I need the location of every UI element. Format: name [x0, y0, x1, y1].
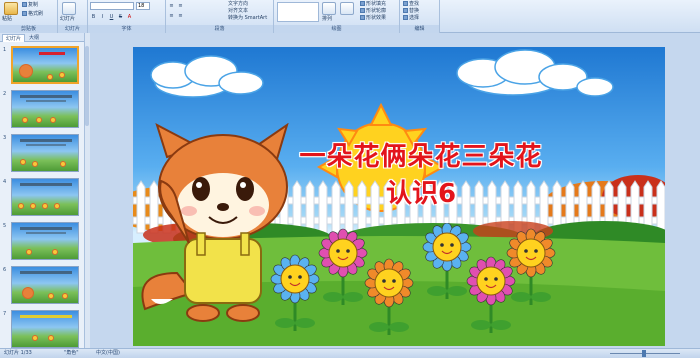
find-button[interactable]: 查找	[403, 1, 419, 8]
outline-icon	[360, 8, 365, 13]
thumbnail-number: 7	[3, 311, 7, 317]
thumbnail-number: 2	[3, 91, 7, 97]
replace-button[interactable]: 替换	[403, 8, 419, 15]
cloud-left	[150, 55, 264, 98]
thumbnail-pane: 1 2 3 4 5 6 7	[0, 42, 84, 348]
slide-canvas[interactable]: 一朵花俩朵花三朵花 认识6	[133, 47, 665, 346]
sunflower	[318, 228, 368, 305]
smartart-button[interactable]: 转换为 SmartArt	[228, 15, 267, 22]
slide-thumbnail[interactable]: 1	[3, 46, 81, 86]
thumbnail-number: 4	[3, 179, 7, 185]
shape-outline-button[interactable]: 形状轮廓	[360, 8, 386, 15]
thumbnail-image	[11, 46, 79, 84]
slides-group-label: 幻灯片	[58, 25, 87, 33]
slides-group: 幻灯片 幻灯片	[58, 0, 88, 33]
quick-styles-button[interactable]	[340, 2, 354, 15]
panel-tabs: 幻灯片 大纲	[0, 33, 84, 42]
cloud-right	[456, 49, 614, 97]
new-slide-button[interactable]	[62, 2, 76, 15]
ribbon: 粘贴 复制 格式刷 剪贴板 幻灯片 幻灯片 18 B I U S A 字体 ≡ …	[0, 0, 700, 33]
slide-thumbnail[interactable]: 6	[3, 266, 81, 306]
copy-button[interactable]: 复制	[22, 2, 38, 9]
sunflower	[466, 256, 516, 333]
thumbnail-image	[11, 90, 79, 128]
fence-picket	[656, 180, 665, 234]
slide-thumbnail[interactable]: 4	[3, 178, 81, 218]
numbering-icon[interactable]: ≡	[177, 2, 184, 9]
thumbnail-number: 1	[3, 47, 7, 53]
bold-button[interactable]: B	[90, 13, 97, 20]
slide-thumbnail[interactable]: 2	[3, 90, 81, 130]
clipboard-group-label: 剪贴板	[0, 25, 57, 33]
paragraph-group: ≡ ≡ ≡ ≡ 文字方向 对齐文本 转换为 SmartArt 段落	[166, 0, 274, 33]
select-button[interactable]: 选择	[403, 15, 419, 22]
shape-effects-button[interactable]: 形状效果	[360, 15, 386, 22]
tab-outline[interactable]: 大纲	[26, 34, 42, 42]
cursor-icon	[403, 15, 408, 20]
status-bar: 幻灯片 1/33 "角色" 中文(中国)	[0, 348, 700, 358]
arrange-button[interactable]	[322, 2, 336, 15]
format-painter-button[interactable]: 格式刷	[22, 11, 43, 18]
flower-group	[270, 223, 556, 335]
align-left-icon[interactable]: ≡	[168, 12, 175, 19]
align-text-button[interactable]: 对齐文本	[228, 8, 248, 15]
arrange-label: 排列	[322, 16, 333, 22]
effects-icon	[360, 15, 365, 20]
font-group: 18 B I U S A 字体	[88, 0, 166, 33]
editing-group-label: 编辑	[400, 25, 439, 33]
language-indicator: 中文(中国)	[96, 350, 120, 356]
font-color-button[interactable]: A	[126, 13, 133, 20]
thumbnail-image	[11, 222, 79, 260]
clipboard-group: 粘贴 复制 格式刷 剪贴板	[0, 0, 58, 33]
italic-button[interactable]: I	[99, 13, 106, 20]
replace-icon	[403, 8, 408, 13]
drawing-group-label: 绘图	[274, 25, 399, 33]
shape-fill-button[interactable]: 形状填充	[360, 1, 386, 8]
new-slide-label: 幻灯片	[60, 16, 76, 22]
slide-thumbnail[interactable]: 5	[3, 222, 81, 262]
tab-slides[interactable]: 幻灯片	[2, 34, 26, 42]
paragraph-group-label: 段落	[166, 25, 273, 33]
paste-button[interactable]	[4, 2, 18, 15]
sunflower	[364, 258, 414, 335]
thumbnail-number: 3	[3, 135, 7, 141]
font-name-field[interactable]	[90, 2, 134, 10]
text-direction-button[interactable]: 文字方向	[228, 1, 248, 8]
copy-icon	[22, 2, 27, 7]
binoculars-icon	[403, 1, 408, 6]
thumbnail-image	[11, 310, 79, 348]
slide-thumbnail[interactable]: 7	[3, 310, 81, 348]
thumbnail-number: 5	[3, 223, 7, 229]
zoom-slider[interactable]	[580, 350, 690, 358]
thumbnail-number: 6	[3, 267, 7, 273]
font-group-label: 字体	[88, 25, 165, 33]
slide-thumbnail[interactable]: 3	[3, 134, 81, 174]
slide-title[interactable]: 一朵花俩朵花三朵花	[251, 136, 591, 173]
paste-label: 粘贴	[2, 16, 13, 22]
editing-group: 查找 替换 选择 编辑	[400, 0, 440, 33]
align-center-icon[interactable]: ≡	[177, 12, 184, 19]
sunflower	[422, 223, 472, 299]
font-size-field[interactable]: 18	[136, 2, 150, 10]
drawing-group: 排列 形状填充 形状轮廓 形状效果 绘图	[274, 0, 400, 33]
theme-name: "角色"	[64, 350, 79, 356]
underline-button[interactable]: U	[108, 13, 115, 20]
thumbnail-image	[11, 178, 79, 216]
sunflower	[270, 254, 320, 331]
slide-counter: 幻灯片 1/33	[4, 350, 32, 356]
thumbnail-image	[11, 266, 79, 304]
bullets-icon[interactable]: ≡	[168, 2, 175, 9]
thumbnail-image	[11, 134, 79, 172]
fill-icon	[360, 1, 365, 6]
shapes-gallery[interactable]	[277, 2, 319, 22]
scrollbar-thumb[interactable]	[85, 46, 89, 126]
brush-icon	[22, 11, 27, 16]
slide-subtitle[interactable]: 认识6	[251, 173, 591, 210]
strikethrough-button[interactable]: S	[117, 13, 124, 20]
sunflower	[506, 228, 556, 305]
